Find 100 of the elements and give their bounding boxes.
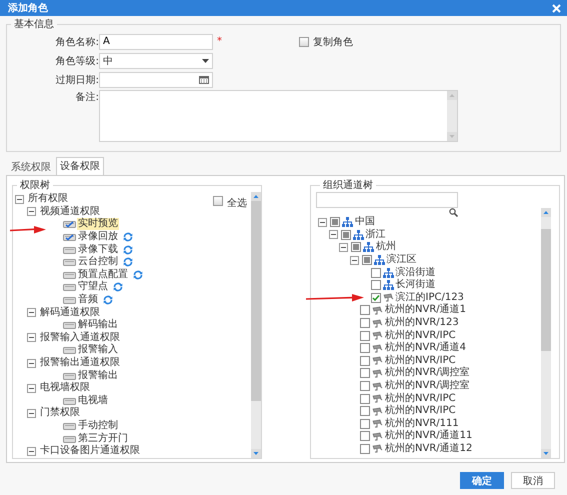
device-icon[interactable] (63, 346, 76, 354)
tree-item[interactable]: 音频 (77, 294, 99, 306)
checkbox[interactable] (299, 36, 309, 46)
checkbox[interactable] (370, 280, 380, 290)
collapse-icon[interactable] (339, 242, 351, 252)
tree-item[interactable]: 实时预览 (77, 218, 119, 230)
device-icon[interactable] (63, 372, 76, 380)
tree-item[interactable]: 报警输出 (77, 370, 119, 382)
collapse-icon[interactable] (27, 446, 39, 456)
dialog-button[interactable]: 取消 (511, 472, 555, 489)
scrollbar[interactable] (251, 192, 261, 458)
device-icon[interactable] (63, 283, 76, 292)
refresh-icon[interactable] (133, 270, 143, 280)
tree-item[interactable]: 门禁权限 (39, 407, 81, 420)
tree-item[interactable]: 电视墙 (77, 394, 109, 407)
checkbox[interactable] (360, 305, 370, 316)
checkbox[interactable] (370, 268, 380, 278)
refresh-icon[interactable] (123, 232, 133, 242)
tree-item[interactable]: 杭州的NVR/111 (384, 418, 460, 430)
tree-item[interactable]: 录像下载 (77, 244, 119, 256)
refresh-icon[interactable] (103, 295, 113, 306)
device-icon[interactable] (63, 270, 76, 279)
refresh-icon[interactable] (113, 282, 123, 292)
checkbox[interactable] (360, 444, 370, 454)
close-icon[interactable] (552, 4, 561, 12)
search-field[interactable] (316, 192, 458, 208)
tree-item[interactable]: 滨沿街道 (394, 266, 436, 279)
device-icon[interactable] (63, 422, 76, 430)
scroll-down-icon[interactable] (541, 449, 551, 458)
collapse-icon[interactable] (15, 194, 27, 204)
device-icon[interactable] (63, 258, 76, 266)
device-icon[interactable] (63, 396, 76, 405)
tree-item[interactable]: 手动控制 (77, 420, 119, 432)
checkbox[interactable] (360, 368, 370, 378)
checkbox[interactable] (360, 406, 370, 416)
scroll-down-icon[interactable] (251, 449, 261, 458)
select-field[interactable]: 中 (99, 52, 213, 68)
checkbox[interactable] (370, 292, 380, 303)
scrollbar-thumb[interactable] (251, 201, 261, 401)
tree-item[interactable]: 杭州的NVR/IPC (384, 354, 457, 367)
tree-item[interactable]: 录像回放 (77, 231, 119, 244)
input-field[interactable]: A (99, 34, 213, 50)
tree-item[interactable]: 报警输入 (77, 344, 119, 356)
tree-item[interactable]: 云台控制 (77, 256, 119, 268)
collapse-icon[interactable] (27, 408, 39, 418)
checkbox[interactable] (362, 255, 372, 266)
refresh-icon[interactable] (123, 257, 133, 268)
tree-item[interactable]: 第三方开门 (77, 432, 129, 445)
tree-item[interactable]: 滨江的IPC/123 (394, 292, 465, 304)
tree-item[interactable]: 长河街道 (394, 279, 436, 292)
tree-item[interactable]: 报警输入通道权限 (39, 332, 121, 344)
tree-item[interactable]: 杭州的NVR/IPC (384, 392, 457, 405)
date-field[interactable] (99, 72, 213, 88)
collapse-icon[interactable] (350, 256, 362, 265)
calendar-icon[interactable] (199, 75, 209, 84)
tab[interactable]: 设备权限 (56, 157, 104, 175)
tree-item[interactable]: 解码输出 (77, 319, 119, 332)
tree-item[interactable]: 报警输出通道权限 (39, 357, 121, 370)
checkbox[interactable] (340, 230, 350, 240)
tree-item[interactable]: 杭州的NVR/123 (384, 317, 460, 330)
collapse-icon[interactable] (27, 308, 39, 318)
tree-item[interactable]: 守望点 (77, 281, 109, 294)
device-icon[interactable] (63, 296, 76, 304)
tree-item[interactable]: 杭州的NVR/通道4 (384, 342, 468, 354)
refresh-icon[interactable] (123, 244, 133, 255)
tree-item[interactable]: 杭州的NVR/调控室 (384, 367, 471, 380)
collapse-icon[interactable] (27, 358, 39, 368)
checkbox[interactable] (360, 394, 370, 404)
tab[interactable]: 系统权限 (8, 160, 54, 175)
checkbox[interactable] (360, 318, 370, 328)
scroll-up-icon[interactable] (251, 192, 261, 201)
checkbox[interactable] (360, 343, 370, 354)
tree-item[interactable]: 视频通道权限 (39, 206, 101, 218)
tree-item[interactable]: 电视墙权限 (39, 382, 91, 394)
checkbox[interactable] (360, 418, 370, 429)
tree-item[interactable]: 所有权限 (27, 193, 69, 206)
checkbox[interactable] (360, 381, 370, 392)
search-icon[interactable] (449, 208, 458, 217)
device-icon[interactable] (63, 434, 76, 443)
tree-item[interactable]: 杭州的NVR/通道1 (384, 304, 468, 316)
tree-item[interactable]: 卡口设备图片通道权限 (39, 445, 141, 458)
tree-item[interactable]: 杭州的NVR/IPC (384, 405, 457, 418)
collapse-icon[interactable] (318, 218, 330, 227)
collapse-icon[interactable] (27, 384, 39, 393)
checkbox[interactable] (360, 330, 370, 341)
tree-item[interactable]: 杭州 (375, 241, 397, 254)
tree-item[interactable]: 预置点配置 (77, 268, 129, 281)
scrollbar-thumb[interactable] (541, 229, 551, 351)
device-icon[interactable] (63, 246, 76, 254)
device-icon[interactable] (63, 220, 76, 228)
tree-item[interactable]: 杭州的NVR/通道11 (384, 430, 474, 442)
collapse-icon[interactable] (27, 333, 39, 342)
checkbox[interactable] (213, 196, 223, 206)
dialog-button[interactable]: 确定 (460, 472, 504, 489)
tree-item[interactable]: 杭州的NVR/通道12 (384, 442, 474, 455)
checkbox[interactable] (360, 356, 370, 366)
tree-item[interactable]: 杭州的NVR/调控室 (384, 380, 471, 392)
collapse-icon[interactable] (328, 230, 340, 240)
checkbox[interactable] (351, 242, 361, 252)
scroll-up-icon[interactable] (541, 208, 551, 217)
